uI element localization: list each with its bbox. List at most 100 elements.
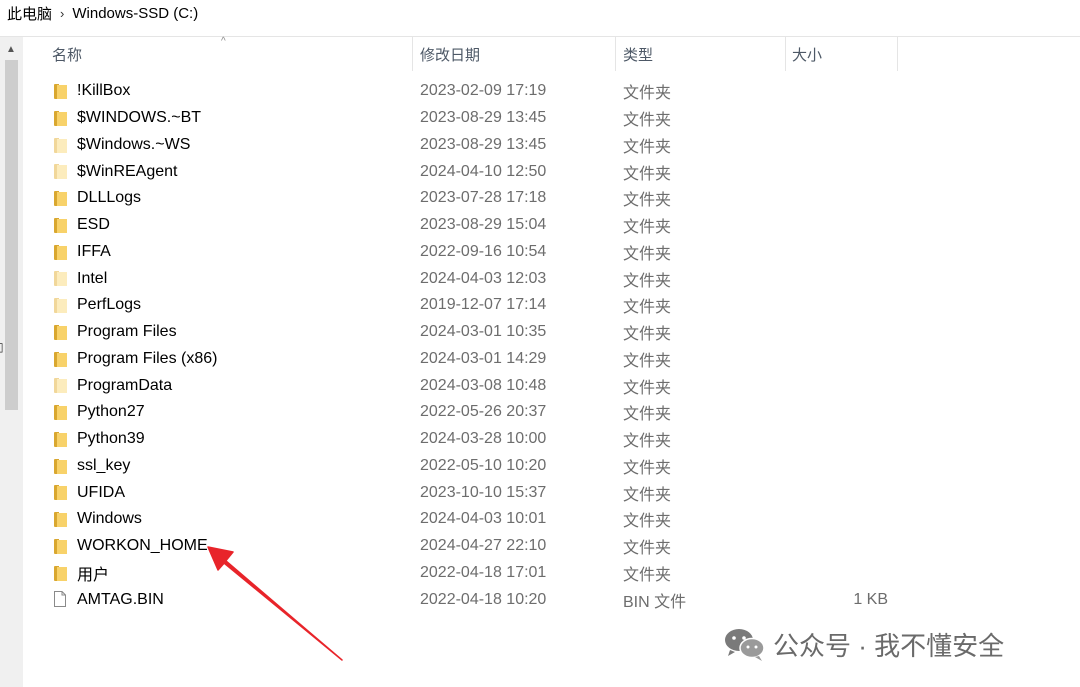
- file-type: 文件夹: [623, 85, 672, 103]
- table-row[interactable]: !KillBox 2023-02-09 17:19 文件夹: [24, 78, 1080, 105]
- table-row[interactable]: Program Files (x86) 2024-03-01 14:29 文件夹: [24, 346, 1080, 373]
- table-row[interactable]: 用户 2022-04-18 17:01 文件夹: [24, 560, 1080, 587]
- file-modified-date: 2023-08-29 13:45: [420, 135, 547, 153]
- wechat-logo-icon: [725, 629, 765, 661]
- file-modified-date: 2022-05-10 10:20: [420, 456, 547, 474]
- file-type: 文件夹: [623, 566, 672, 584]
- file-name[interactable]: !KillBox: [77, 78, 130, 105]
- file-name[interactable]: ESD: [77, 212, 110, 239]
- file-modified-date: 2023-02-09 17:19: [420, 82, 547, 100]
- file-name[interactable]: Windows: [77, 506, 142, 533]
- table-row[interactable]: DLLLogs 2023-07-28 17:18 文件夹: [24, 185, 1080, 212]
- file-name[interactable]: DLLLogs: [77, 185, 141, 212]
- folder-icon: [54, 458, 67, 474]
- table-row[interactable]: Intel 2024-04-03 12:03 文件夹: [24, 265, 1080, 292]
- table-row[interactable]: Windows 2024-04-03 10:01 文件夹: [24, 506, 1080, 533]
- breadcrumb-drive[interactable]: Windows-SSD (C:): [72, 5, 198, 22]
- folder-icon: [54, 405, 67, 420]
- file-type: 文件夹: [623, 192, 672, 210]
- column-divider[interactable]: [412, 37, 413, 71]
- file-size: [804, 78, 888, 105]
- file-name[interactable]: $WinREAgent: [77, 158, 178, 185]
- file-type: 文件夹: [623, 486, 672, 504]
- file-size: [804, 132, 888, 159]
- table-row[interactable]: $Windows.~WS 2023-08-29 13:45 文件夹: [24, 132, 1080, 159]
- column-divider[interactable]: [615, 37, 616, 71]
- file-modified-date: 2024-04-03 12:03: [420, 269, 547, 287]
- file-size: [804, 399, 888, 426]
- table-row[interactable]: ssl_key 2022-05-10 10:20 文件夹: [24, 453, 1080, 480]
- folder-icon: [54, 324, 67, 340]
- table-row[interactable]: IFFA 2022-09-16 10:54 文件夹: [24, 239, 1080, 266]
- table-row[interactable]: AMTAG.BIN 2022-04-18 10:20 BIN 文件 1 KB: [24, 586, 1080, 613]
- file-size: [804, 453, 888, 480]
- file-name[interactable]: Python39: [77, 426, 145, 453]
- column-header-date[interactable]: 修改日期: [420, 37, 480, 71]
- table-row[interactable]: Python27 2022-05-26 20:37 文件夹: [24, 399, 1080, 426]
- chevron-right-icon[interactable]: ›: [60, 6, 64, 21]
- table-row[interactable]: PerfLogs 2019-12-07 17:14 文件夹: [24, 292, 1080, 319]
- folder-icon: [54, 485, 67, 501]
- file-modified-date: 2024-04-03 10:01: [420, 510, 547, 528]
- file-modified-date: 2023-10-10 15:37: [420, 483, 547, 501]
- column-header-type[interactable]: 类型: [623, 37, 653, 71]
- file-name[interactable]: $WINDOWS.~BT: [77, 105, 201, 132]
- table-row[interactable]: ESD 2023-08-29 15:04 文件夹: [24, 212, 1080, 239]
- file-modified-date: 2022-04-18 10:20: [420, 590, 547, 608]
- file-size: [804, 319, 888, 346]
- file-name[interactable]: Python27: [77, 399, 145, 426]
- folder-hidden-icon: [54, 378, 67, 394]
- scrollbar-thumb[interactable]: [5, 60, 18, 410]
- file-name[interactable]: $Windows.~WS: [77, 132, 190, 159]
- file-name[interactable]: PerfLogs: [77, 292, 141, 319]
- file-name[interactable]: WORKON_HOME: [77, 533, 208, 560]
- table-row[interactable]: $WinREAgent 2024-04-10 12:50 文件夹: [24, 158, 1080, 185]
- file-name[interactable]: ProgramData: [77, 372, 172, 399]
- column-header-name[interactable]: 名称: [52, 37, 82, 71]
- table-row[interactable]: Python39 2024-03-28 10:00 文件夹: [24, 426, 1080, 453]
- column-divider[interactable]: [897, 37, 898, 71]
- file-name[interactable]: 用户: [77, 560, 109, 587]
- file-name[interactable]: AMTAG.BIN: [77, 586, 164, 613]
- file-name[interactable]: Program Files: [77, 319, 177, 346]
- table-row[interactable]: Program Files 2024-03-01 10:35 文件夹: [24, 319, 1080, 346]
- folder-icon: [54, 84, 67, 99]
- file-name[interactable]: Program Files (x86): [77, 346, 217, 373]
- column-header-size[interactable]: 大小: [792, 37, 822, 71]
- file-name[interactable]: UFIDA: [77, 479, 125, 506]
- file-modified-date: 2024-04-10 12:50: [420, 162, 547, 180]
- file-modified-date: 2024-03-08 10:48: [420, 376, 547, 394]
- file-size: 1 KB: [853, 590, 888, 608]
- folder-icon: [54, 244, 67, 260]
- file-type: 文件夹: [623, 406, 672, 424]
- nav-pane-edge: ▯: [0, 340, 4, 354]
- file-modified-date: 2023-08-29 15:04: [420, 216, 547, 234]
- file-type: 文件夹: [623, 272, 672, 290]
- folder-icon: [54, 110, 67, 126]
- file-modified-date: 2024-04-27 22:10: [420, 537, 547, 555]
- folder-icon: [54, 191, 67, 206]
- folder-icon: [54, 431, 67, 447]
- file-size: [804, 265, 888, 292]
- file-type: 文件夹: [623, 299, 672, 317]
- table-row[interactable]: $WINDOWS.~BT 2023-08-29 13:45 文件夹: [24, 105, 1080, 132]
- file-type: 文件夹: [623, 433, 672, 451]
- file-name[interactable]: ssl_key: [77, 453, 130, 480]
- column-divider[interactable]: [785, 37, 786, 71]
- file-name[interactable]: IFFA: [77, 239, 111, 266]
- file-size: [804, 372, 888, 399]
- file-type: BIN 文件: [623, 593, 687, 611]
- file-size: [804, 185, 888, 212]
- file-name[interactable]: Intel: [77, 265, 107, 292]
- table-row[interactable]: UFIDA 2023-10-10 15:37 文件夹: [24, 479, 1080, 506]
- nav-pane-scrollbar[interactable]: ▲ ▯: [0, 37, 23, 687]
- table-row[interactable]: ProgramData 2024-03-08 10:48 文件夹: [24, 372, 1080, 399]
- sort-ascending-icon: ^: [221, 36, 226, 47]
- scroll-up-icon[interactable]: ▲: [6, 44, 16, 55]
- file-type: 文件夹: [623, 219, 672, 237]
- file-size: [804, 239, 888, 266]
- table-row[interactable]: WORKON_HOME 2024-04-27 22:10 文件夹: [24, 533, 1080, 560]
- file-type: 文件夹: [623, 245, 672, 263]
- file-type: 文件夹: [623, 459, 672, 477]
- breadcrumb-this-pc[interactable]: 此电脑: [0, 3, 52, 24]
